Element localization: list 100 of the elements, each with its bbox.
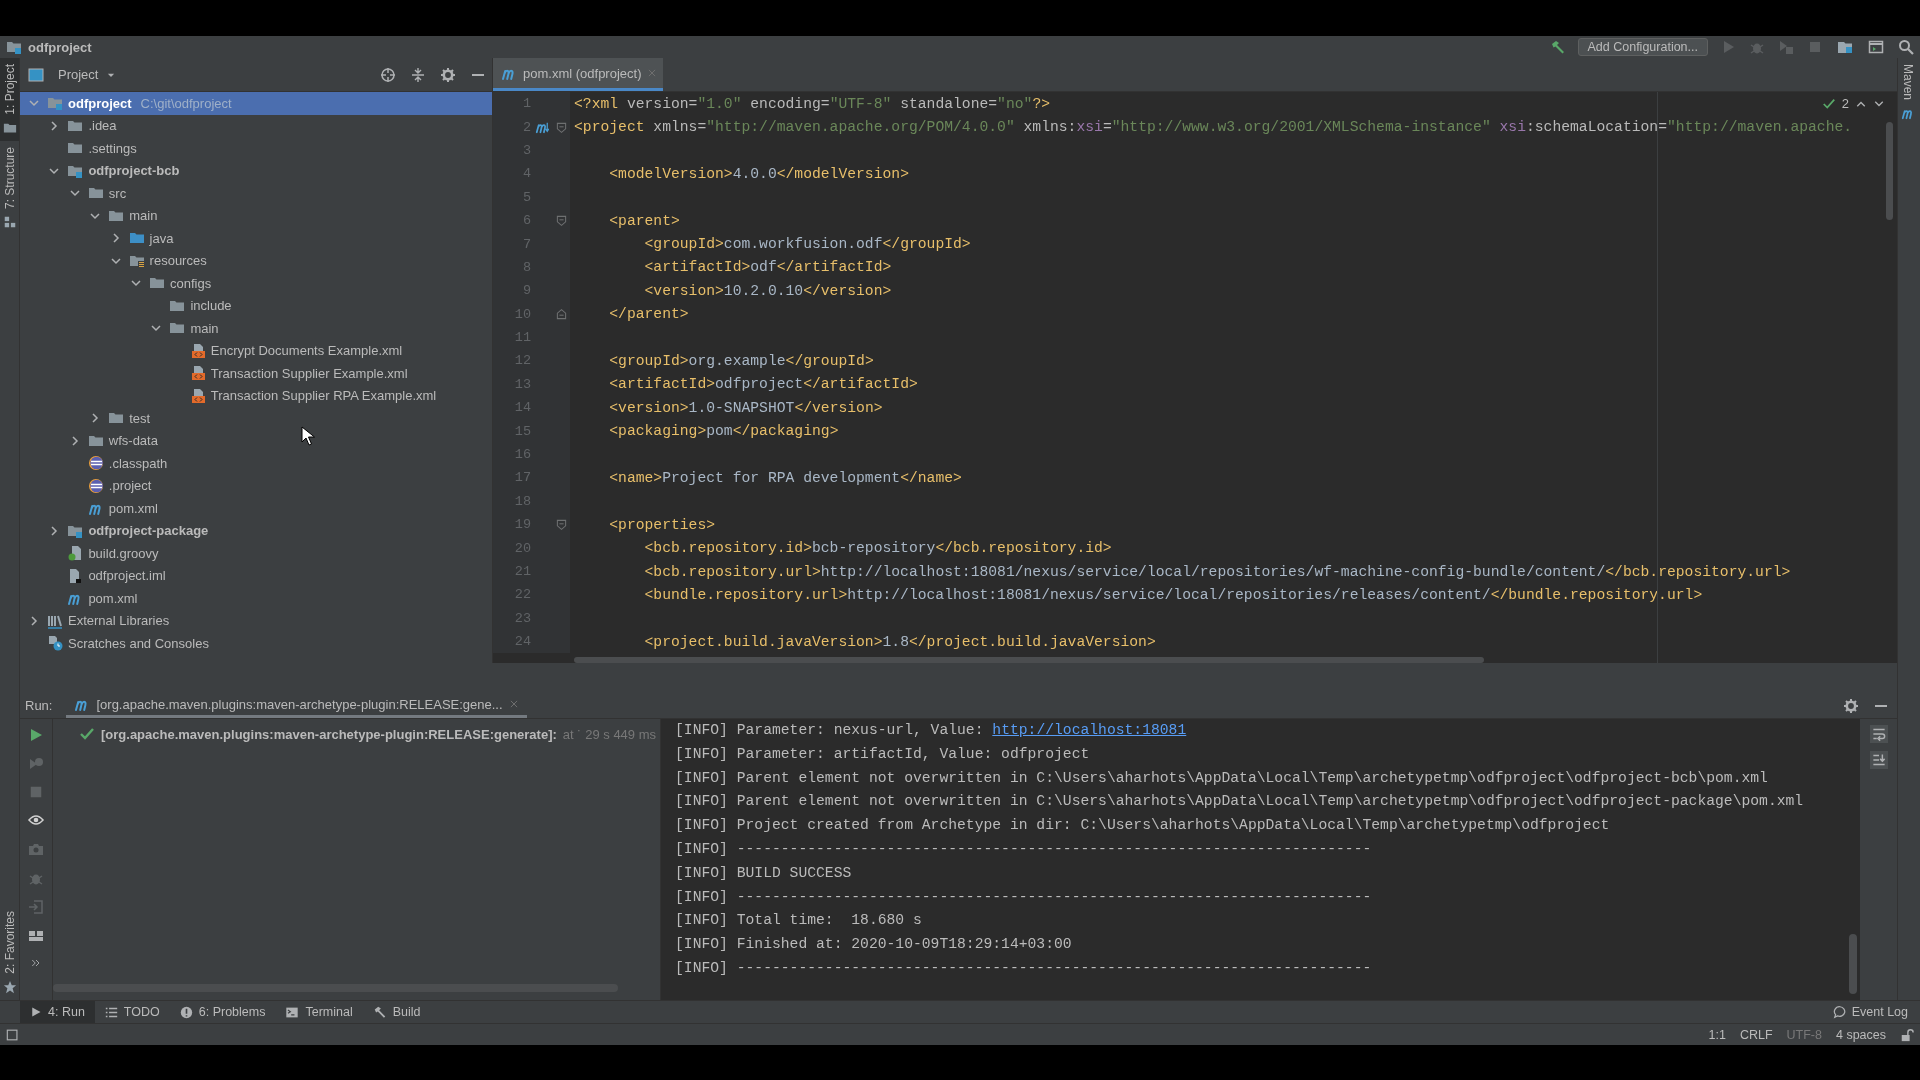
tool-window-tab[interactable]: Build (362, 1001, 431, 1023)
inspection-count[interactable]: 2 (1841, 96, 1849, 111)
xml-file-icon (189, 387, 206, 404)
window-icon[interactable] (1867, 39, 1885, 55)
code-line: <artifactId>odf</artifactId> (643, 259, 892, 276)
layout-icon[interactable] (28, 928, 44, 944)
tree-item[interactable]: java (20, 227, 492, 250)
settings-icon[interactable] (440, 66, 456, 83)
tool-window-tab[interactable]: Terminal (275, 1001, 363, 1023)
tree-item[interactable]: External Libraries (20, 609, 492, 632)
tree-item[interactable]: resources (20, 249, 492, 272)
search-icon[interactable] (1898, 39, 1914, 55)
code-line: <groupId>org.example</groupId> (608, 353, 874, 369)
fold-icon[interactable] (555, 519, 567, 531)
settings-icon[interactable] (1843, 697, 1859, 714)
tree-item[interactable]: .project (20, 474, 492, 497)
tree-item[interactable]: odfproject-bcb (20, 159, 492, 182)
pointer-icon (301, 426, 315, 446)
console-line: [INFO] ------------------------------------------------------------------------ (675, 840, 1372, 859)
run-icon[interactable] (28, 727, 44, 743)
tree-item[interactable]: build.groovy (20, 542, 492, 565)
tree-item[interactable]: Transaction Supplier RPA Example.xml (20, 384, 492, 407)
code-line: </parent> (608, 306, 689, 323)
locate-icon[interactable] (380, 66, 396, 83)
add-configuration-button[interactable]: Add Configuration... (1577, 38, 1708, 56)
structure-icon (2, 214, 17, 229)
soft-wrap-icon[interactable] (1869, 725, 1888, 743)
code-line: <parent> (608, 212, 680, 229)
tool-window-tab[interactable]: 7: Structure (0, 140, 19, 235)
tree-item[interactable]: configs (20, 272, 492, 295)
module-folder-icon (6, 39, 22, 55)
hammer-icon[interactable] (1549, 39, 1566, 55)
more-icon[interactable] (30, 957, 42, 969)
code-line: <packaging>pom</packaging> (608, 423, 839, 440)
tree-item[interactable]: .settings (20, 137, 492, 160)
star-icon (2, 980, 17, 994)
eclipse-file-icon (87, 477, 104, 494)
editor-tab[interactable]: pom.xml (odfproject) (493, 58, 664, 91)
tool-window-tab[interactable]: 1: Project (0, 58, 19, 141)
console-line: [INFO] BUILD SUCCESS (675, 863, 852, 883)
tree-item[interactable]: .idea (20, 114, 492, 137)
file-icon (67, 567, 84, 584)
lock-icon[interactable] (1900, 1027, 1914, 1042)
scratch-file-icon (47, 635, 63, 652)
code-line: <bundle.repository.url>http://localhost:18081/nexus/service/local/repositories/releases/content/</bundle.repository.url> (643, 586, 1703, 603)
console-line: [INFO] Parameter: nexus-url, Value: http://localhost:18081 (675, 721, 1187, 740)
tool-window-tab[interactable]: 4: Run (20, 1001, 95, 1023)
tree-item[interactable]: test (20, 407, 492, 430)
tree-item[interactable]: src (20, 182, 492, 205)
project-structure-icon[interactable] (1836, 39, 1854, 55)
project-name[interactable]: odfproject (28, 39, 92, 55)
code-line: <name>Project for RPA development</name> (608, 469, 962, 486)
run-label: Run: (25, 698, 53, 713)
tree-item[interactable]: odfproject C:\git\odfproject (20, 92, 492, 115)
status-item[interactable]: CRLF (1739, 1027, 1773, 1042)
tree-item[interactable]: Transaction Supplier Example.xml (20, 362, 492, 385)
fold-icon[interactable] (555, 121, 567, 133)
eye-icon[interactable] (28, 812, 44, 828)
view-dropdown[interactable]: Project (58, 67, 117, 82)
tree-item[interactable]: .classpath (20, 452, 492, 475)
scrollbar-thumb[interactable] (574, 657, 1484, 663)
code-line: <groupId>com.workfusion.odf</groupId> (643, 236, 971, 253)
console-line: [INFO] ------------------------------------------------------------------------ (675, 958, 1372, 978)
tree-item[interactable]: main (20, 317, 492, 340)
tree-item[interactable]: Encrypt Documents Example.xml (20, 339, 492, 362)
scrollbar-thumb[interactable] (1886, 122, 1893, 220)
eclipse-file-icon (87, 455, 104, 472)
tool-window-tab[interactable]: 6: Problems (169, 1001, 276, 1023)
status-item[interactable]: 1:1 (1708, 1027, 1726, 1042)
terminal-icon (285, 1005, 300, 1019)
console-line: [INFO] Finished at: 2020-10-09T18:29:14+03:00 (675, 935, 1072, 955)
status-item[interactable]: 4 spaces (1835, 1027, 1886, 1042)
tree-item[interactable]: include (20, 294, 492, 317)
scroll-to-end-icon[interactable] (1869, 751, 1888, 769)
tree-item[interactable]: pom.xml (20, 497, 492, 520)
tree-item[interactable]: pom.xml (20, 587, 492, 610)
play-icon (30, 1006, 42, 1018)
run-tab[interactable]: [org.apache.maven.plugins:maven-archetype-plugin:RELEASE:gene... (66, 693, 527, 718)
maven-gutter-icon[interactable] (535, 120, 549, 135)
event-log-button[interactable]: Event Log (1820, 1005, 1920, 1019)
fold-icon[interactable] (555, 215, 567, 227)
tool-window-tab[interactable]: TODO (94, 1001, 170, 1023)
tree-item[interactable]: main (20, 204, 492, 227)
toggle-panels-icon[interactable] (6, 1027, 20, 1042)
warning-circle-icon (179, 1005, 193, 1019)
tree-item[interactable]: Scratches and Consoles (20, 632, 492, 655)
tool-window-tab[interactable]: Maven (1898, 58, 1917, 127)
code-line: <properties> (608, 516, 716, 533)
tree-item[interactable]: wfs-data (20, 429, 492, 452)
scrollbar-thumb[interactable] (1849, 934, 1857, 994)
tree-item[interactable]: odfproject-package (20, 519, 492, 542)
tool-window-tab[interactable]: 2: Favorites (0, 905, 19, 1000)
scrollbar-thumb[interactable] (53, 984, 618, 992)
tree-item[interactable]: odfproject.iml (20, 564, 492, 587)
run-task-label[interactable]: [org.apache.maven.plugins:maven-archetype-plugin:RELEASE:generate]: (101, 726, 557, 742)
console-line: [INFO] ------------------------------------------------------------------------ (675, 887, 1372, 907)
code-line: <artifactId>odfproject</artifactId> (608, 376, 918, 393)
console-link[interactable]: http://localhost:18081 (992, 722, 1187, 738)
collapse-all-icon[interactable] (410, 66, 426, 83)
fold-icon[interactable] (555, 308, 567, 320)
